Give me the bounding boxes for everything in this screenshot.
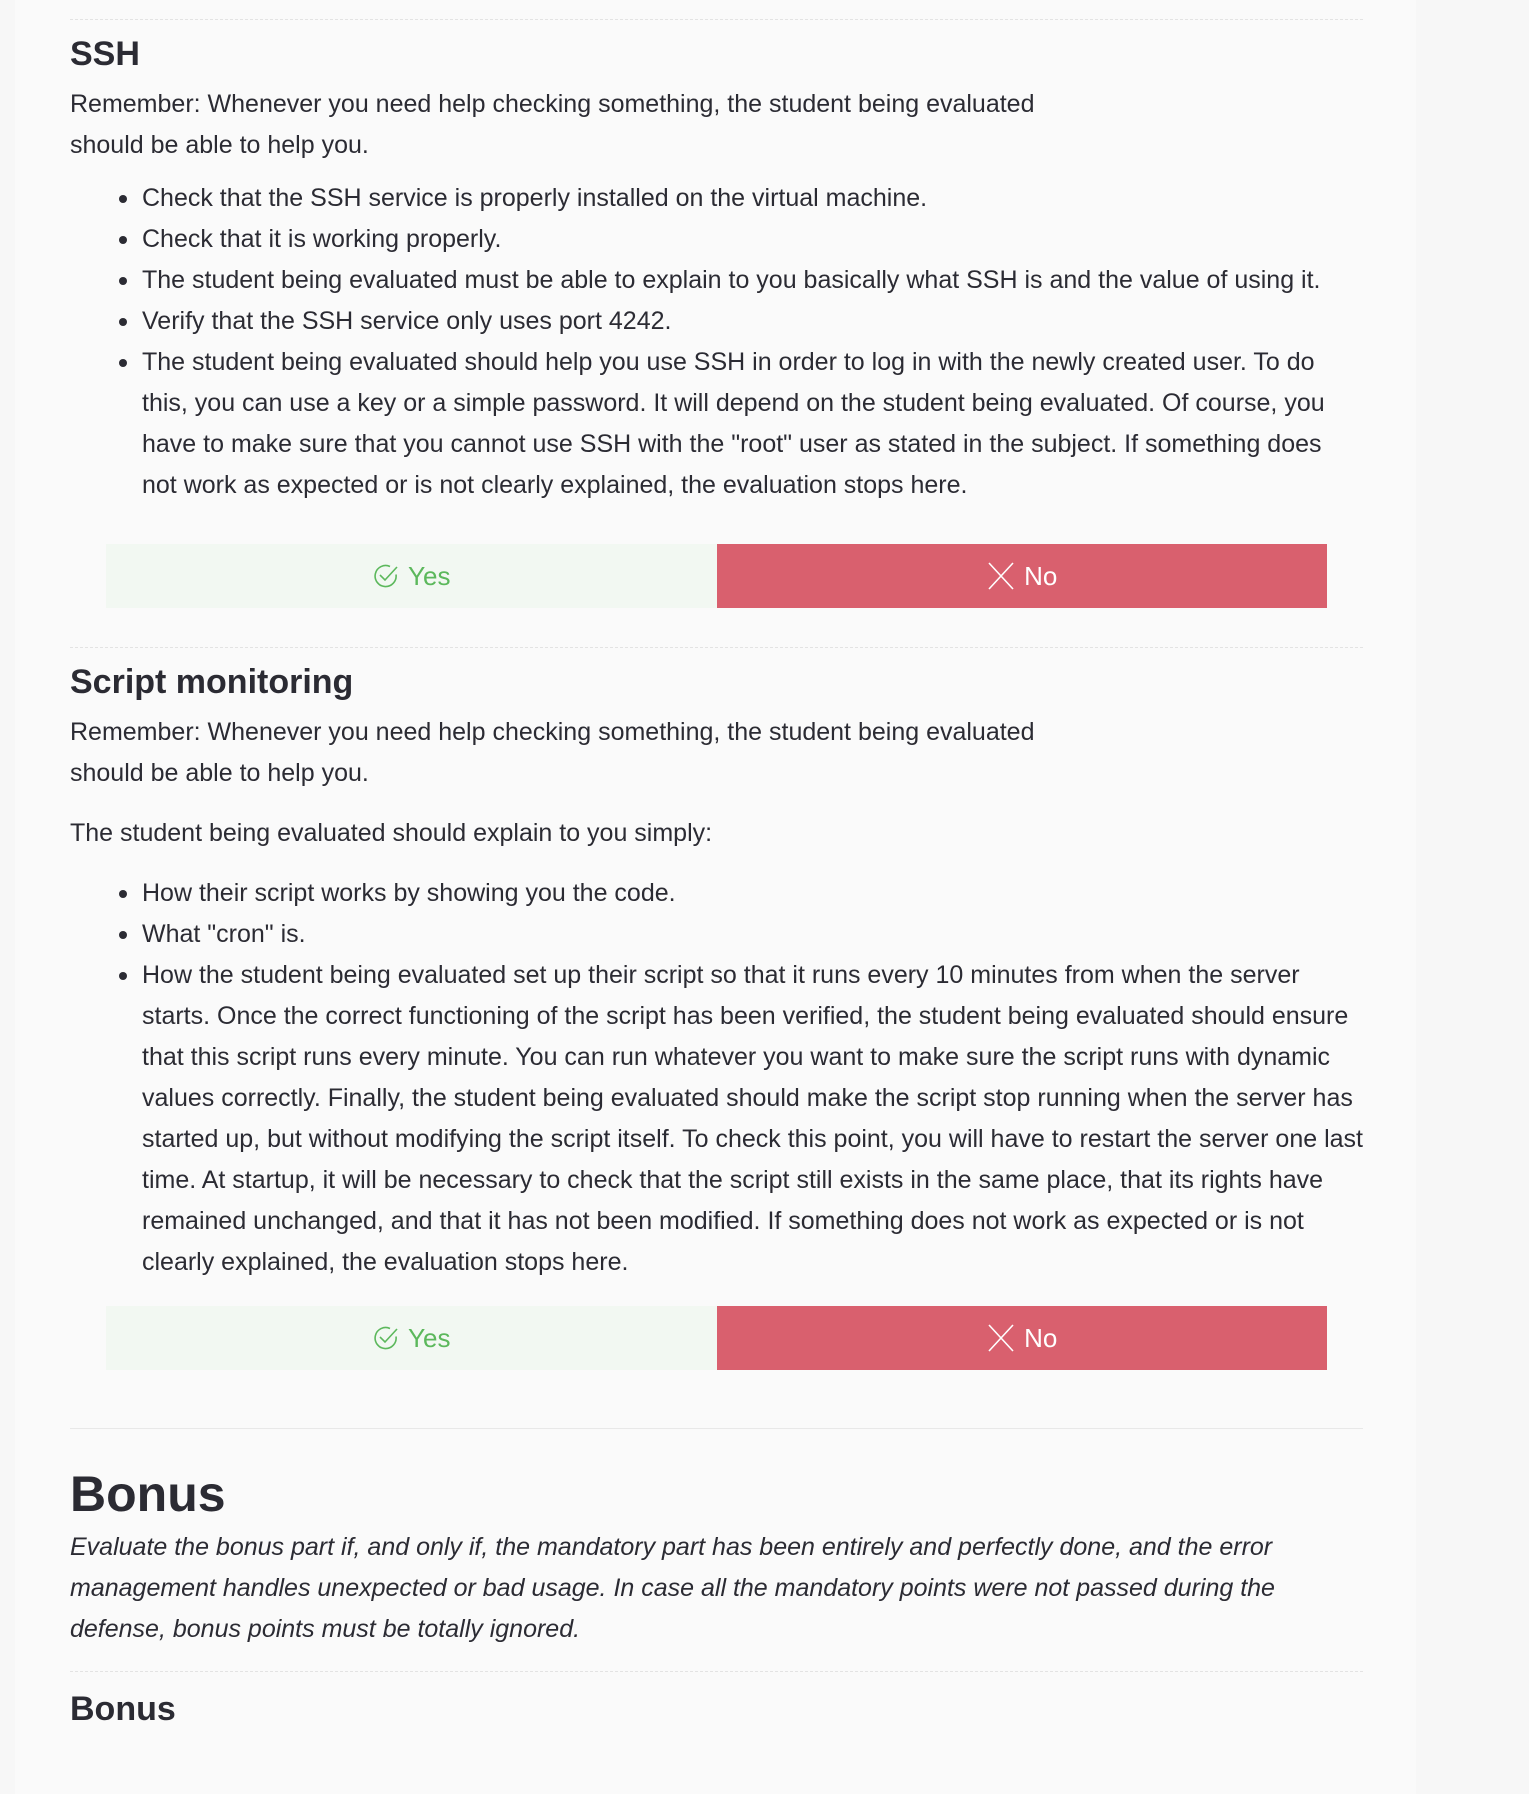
script-monitoring-remember-line-2: should be able to help you.: [70, 759, 369, 787]
check-circle-icon: [374, 564, 398, 588]
ssh-yes-button[interactable]: Yes: [106, 544, 717, 608]
ssh-checklist-item: Check that it is working properly.: [119, 219, 1363, 260]
ssh-checklist-item: The student being evaluated must be able…: [119, 260, 1363, 301]
ssh-checklist-item: The student being evaluated should help …: [119, 342, 1363, 506]
ssh-no-button[interactable]: No: [716, 544, 1327, 608]
script-monitoring-checklist: How their script works by showing you th…: [70, 873, 1363, 1283]
ssh-checklist-item: Verify that the SSH service only uses po…: [119, 301, 1363, 342]
script-monitoring-intro: The student being evaluated should expla…: [70, 819, 713, 847]
bonus-section-title: Bonus: [70, 1690, 176, 1728]
ssh-remember-line-1: Remember: Whenever you need help checkin…: [70, 90, 1035, 118]
close-x-icon: [988, 1324, 1014, 1352]
script-monitoring-section-title: Script monitoring: [70, 663, 354, 701]
close-x-icon: [988, 562, 1014, 590]
section-divider: [70, 647, 1363, 648]
bonus-part-description: Evaluate the bonus part if, and only if,…: [70, 1533, 1275, 1643]
ssh-checklist: Check that the SSH service is properly i…: [70, 178, 1363, 506]
evaluation-content: SSH Remember: Whenever you need help che…: [70, 0, 1363, 1729]
script-monitoring-checklist-item: How their script works by showing you th…: [119, 873, 1363, 914]
ssh-section-title: SSH: [70, 35, 140, 73]
evaluation-page: SSH Remember: Whenever you need help che…: [15, 0, 1416, 1794]
ssh-yes-label: Yes: [408, 560, 451, 591]
script-monitoring-answer-row: Yes No: [106, 1306, 1327, 1370]
script-monitoring-no-label: No: [1024, 1322, 1058, 1353]
script-monitoring-remember-line-1: Remember: Whenever you need help checkin…: [70, 718, 1035, 746]
check-circle-icon: [374, 1326, 398, 1350]
script-monitoring-checklist-item: How the student being evaluated set up t…: [119, 955, 1363, 1283]
ssh-no-label: No: [1024, 560, 1058, 591]
bonus-part-title: Bonus: [70, 1466, 226, 1522]
script-monitoring-yes-label: Yes: [408, 1322, 451, 1353]
script-monitoring-checklist-item: What "cron" is.: [119, 914, 1363, 955]
ssh-checklist-item: Check that the SSH service is properly i…: [119, 178, 1363, 219]
section-divider: [70, 1671, 1363, 1672]
script-monitoring-no-button[interactable]: No: [716, 1306, 1327, 1370]
section-divider: [70, 19, 1363, 20]
part-divider: [70, 1428, 1363, 1429]
ssh-remember-line-2: should be able to help you.: [70, 131, 369, 159]
ssh-answer-row: Yes No: [106, 544, 1327, 608]
script-monitoring-yes-button[interactable]: Yes: [106, 1306, 717, 1370]
